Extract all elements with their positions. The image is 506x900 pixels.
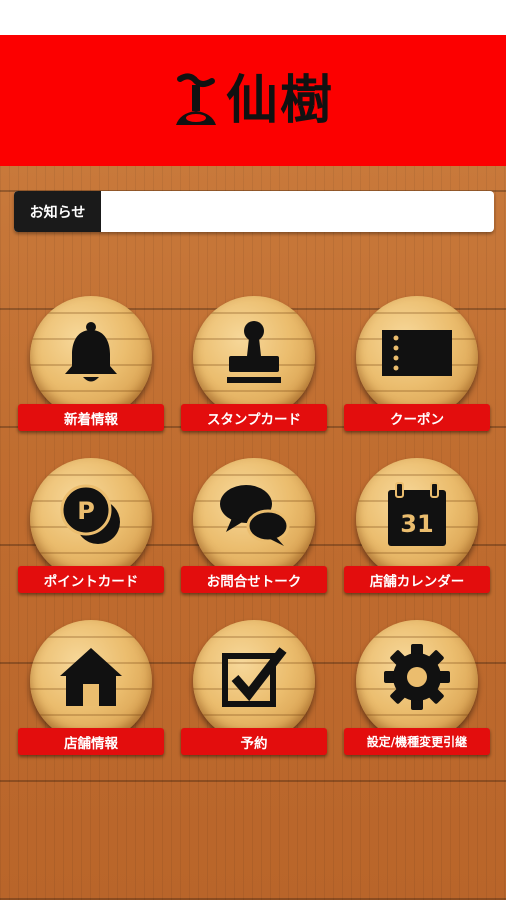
menu-label: 予約 <box>181 728 327 755</box>
menu-disc <box>30 296 152 418</box>
status-bar <box>0 0 506 35</box>
points-letter: P <box>77 497 95 525</box>
menu-button-coupon[interactable]: クーポン <box>344 296 492 441</box>
menu-disc <box>30 620 152 742</box>
logo-text: 仙樹 <box>225 69 334 131</box>
menu-button-store-calendar[interactable]: 31 店舗カレンダー <box>344 458 492 603</box>
menu-button-stamp-card[interactable]: スタンプカード <box>181 296 329 441</box>
menu-label: クーポン <box>344 404 490 431</box>
checkbox-icon <box>222 647 287 707</box>
calendar-icon: 31 <box>388 482 446 546</box>
points-coin-icon: P <box>60 484 120 544</box>
menu-disc <box>193 620 315 742</box>
logo: 仙樹 <box>172 71 334 131</box>
app-header: 仙樹 <box>0 35 506 166</box>
menu-button-reservation[interactable]: 予約 <box>181 620 329 765</box>
bell-icon <box>65 322 117 382</box>
menu-button-store-info[interactable]: 店舗情報 <box>18 620 166 765</box>
menu-disc: P <box>30 458 152 580</box>
ticket-icon <box>382 330 452 376</box>
stamp-icon <box>227 321 281 383</box>
menu-disc: 31 <box>356 458 478 580</box>
calendar-day: 31 <box>400 510 433 538</box>
menu-button-inquiry-talk[interactable]: お問合せトーク <box>181 458 329 603</box>
menu-label: 設定/機種変更引継 <box>344 728 490 755</box>
menu-label: お問合せトーク <box>181 566 327 593</box>
menu-label: スタンプカード <box>181 404 327 431</box>
house-icon <box>60 648 122 706</box>
gear-icon <box>384 644 450 710</box>
notice-bar[interactable]: お知らせ <box>14 191 494 232</box>
menu-disc <box>356 296 478 418</box>
menu-label: ポイントカード <box>18 566 164 593</box>
logo-mark-icon <box>175 72 216 125</box>
notice-text <box>102 191 494 232</box>
menu-button-point-card[interactable]: P ポイントカード <box>18 458 166 603</box>
menu-disc <box>193 296 315 418</box>
menu-label: 店舗カレンダー <box>344 566 490 593</box>
menu-label: 店舗情報 <box>18 728 164 755</box>
menu-button-settings[interactable]: 設定/機種変更引継 <box>344 620 492 765</box>
chat-bubbles-icon <box>220 485 290 546</box>
menu-button-news[interactable]: 新着情報 <box>18 296 166 441</box>
menu-disc <box>356 620 478 742</box>
notice-label: お知らせ <box>14 191 101 232</box>
menu-disc <box>193 458 315 580</box>
menu-label: 新着情報 <box>18 404 164 431</box>
